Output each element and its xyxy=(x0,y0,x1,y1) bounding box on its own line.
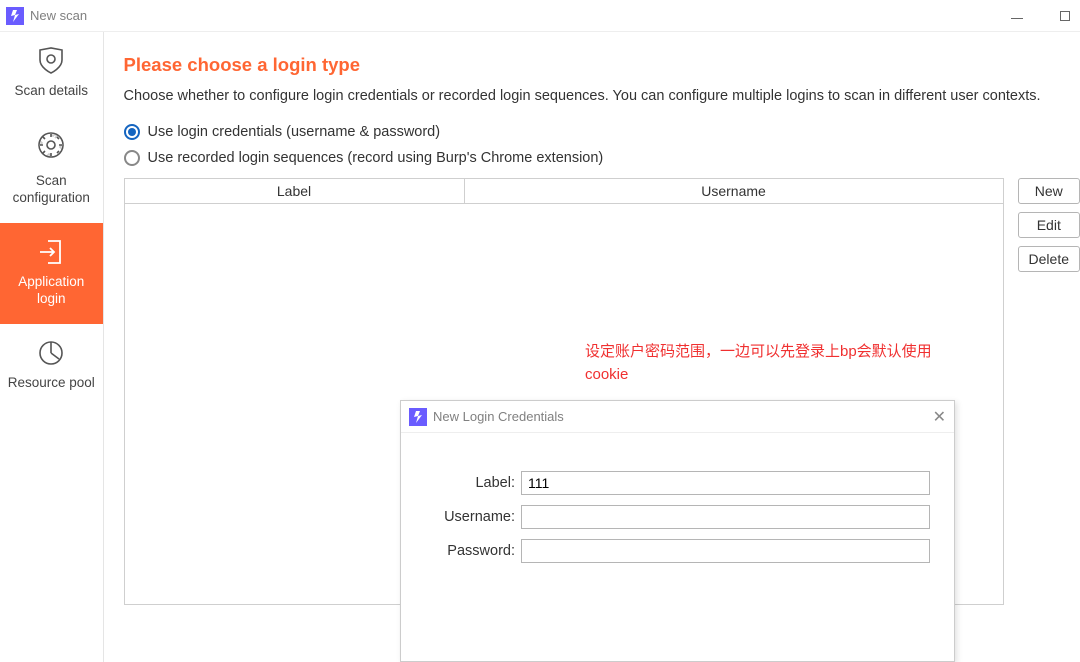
sidebar-item-scan-details[interactable]: Scan details xyxy=(0,32,103,116)
radio-use-credentials[interactable]: Use login credentials (username & passwo… xyxy=(124,124,1080,140)
dialog-title: New Login Credentials xyxy=(433,409,564,424)
annotation-text: 设定账户密码范围，一边可以先登录上bp会默认使用 cookie xyxy=(585,341,1080,386)
label-input[interactable] xyxy=(521,471,930,495)
sidebar: Scan details Scan configuration Applicat… xyxy=(0,32,104,662)
minimize-button[interactable] xyxy=(1008,7,1026,25)
th-label[interactable]: Label xyxy=(125,179,465,203)
close-icon[interactable]: ✕ xyxy=(933,407,946,427)
label-label: Label: xyxy=(425,475,515,491)
edit-button[interactable]: Edit xyxy=(1018,212,1080,238)
new-login-dialog: New Login Credentials ✕ Label: Username:… xyxy=(400,400,955,662)
new-button[interactable]: New xyxy=(1018,178,1080,204)
radio-icon xyxy=(124,150,140,166)
dialog-titlebar: New Login Credentials ✕ xyxy=(401,401,954,433)
page-heading: Please choose a login type xyxy=(124,54,1080,76)
titlebar: New scan xyxy=(0,0,1080,32)
sidebar-item-scan-configuration[interactable]: Scan configuration xyxy=(0,116,103,223)
delete-button[interactable]: Delete xyxy=(1018,246,1080,272)
sidebar-item-application-login[interactable]: Application login xyxy=(0,223,103,324)
table-buttons: New Edit Delete xyxy=(1018,178,1080,605)
username-input[interactable] xyxy=(521,505,930,529)
password-label: Password: xyxy=(425,543,515,559)
radio-label: Use recorded login sequences (record usi… xyxy=(148,150,604,166)
radio-icon xyxy=(124,124,140,140)
app-icon xyxy=(409,408,427,426)
sidebar-item-label: Resource pool xyxy=(8,374,95,392)
password-input[interactable] xyxy=(521,539,930,563)
annotation-line2: cookie xyxy=(585,366,628,383)
window-title: New scan xyxy=(30,8,87,23)
radio-label: Use login credentials (username & passwo… xyxy=(148,124,441,140)
th-username[interactable]: Username xyxy=(465,179,1003,203)
annotation-line1: 设定账户密码范围，一边可以先登录上bp会默认使用 xyxy=(585,343,932,360)
table-header: Label Username xyxy=(125,179,1003,204)
maximize-button[interactable] xyxy=(1056,7,1074,25)
radio-use-recorded[interactable]: Use recorded login sequences (record usi… xyxy=(124,150,1080,166)
username-label: Username: xyxy=(425,509,515,525)
sidebar-item-label: Scan details xyxy=(14,82,88,100)
sidebar-item-resource-pool[interactable]: Resource pool xyxy=(0,324,103,408)
page-description: Choose whether to configure login creden… xyxy=(124,86,1064,108)
app-icon xyxy=(6,7,24,25)
sidebar-item-label: Application login xyxy=(4,273,99,308)
window-controls xyxy=(1008,7,1074,25)
sidebar-item-label: Scan configuration xyxy=(4,172,99,207)
dialog-form: Label: Username: Password: xyxy=(401,433,954,563)
